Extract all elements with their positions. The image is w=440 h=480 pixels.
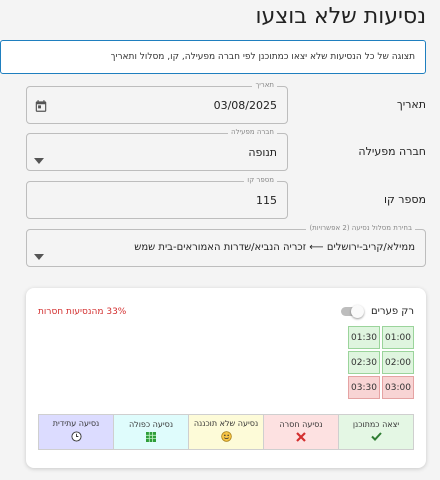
info-text: תצוגה של כל הנסיעות שלא יצאו כמתוכנן לפי… <box>110 52 415 62</box>
legend-label: נסיעה עתידית <box>52 419 100 428</box>
time-cell[interactable]: 03:30 <box>348 376 380 399</box>
legend-label: נסיעה שלא תוכננה <box>193 419 259 428</box>
toggle-thumb <box>351 305 365 318</box>
legend-label: נסיעה חסרה <box>279 419 323 429</box>
grid-icon <box>146 431 156 445</box>
route-select[interactable]: בחירת מסלול נסיעה (2 אפשרויות) ממילא/קרי… <box>26 224 426 267</box>
date-label: תאריך <box>396 98 426 111</box>
legend-item-duplicate: נסיעה כפולה <box>113 415 188 449</box>
date-field[interactable]: תאריך 03/08/2025 <box>26 81 288 124</box>
operator-legend: חברה מפעילה <box>228 128 277 136</box>
route-value: ממילא/קריב-ירושלים ⟵ זכריה הנביא/שדרות ה… <box>134 242 415 253</box>
operator-row: חברה מפעילה תנופה חברה מפעילה <box>26 128 426 171</box>
time-cell[interactable]: 01:00 <box>382 326 414 349</box>
departure-times-grid: 01:00 01:30 02:00 02:30 03:00 03:30 <box>348 326 414 399</box>
operator-label: חברה מפעילה <box>358 145 426 158</box>
legend-item-future: נסיעה עתידית <box>39 415 113 449</box>
time-cell[interactable]: 02:00 <box>382 351 414 374</box>
date-value: 03/08/2025 <box>213 99 277 112</box>
time-cell[interactable]: 03:00 <box>382 376 414 399</box>
info-banner: תצוגה של כל הנסיעות שלא יצאו כמתוכנן לפי… <box>0 40 426 74</box>
gaps-only-toggle-wrap: רק פערים <box>341 305 414 318</box>
gaps-only-label: רק פערים <box>371 305 414 317</box>
operator-value: תנופה <box>248 146 277 159</box>
line-value: 115 <box>256 194 277 207</box>
line-legend: מספר קו <box>244 176 277 184</box>
page-title: נסיעות שלא בוצעו <box>255 4 426 29</box>
time-cell[interactable]: 01:30 <box>348 326 380 349</box>
line-number-field[interactable]: מספר קו 115 <box>26 176 288 219</box>
legend-label: נסיעה כפולה <box>128 419 174 429</box>
status-legend: יצאה כמתוכנן נסיעה חסרה נסיעה שלא תוכננה… <box>38 414 414 450</box>
clock-icon <box>70 431 82 445</box>
legend-item-missed: נסיעה חסרה <box>263 415 338 449</box>
operator-select[interactable]: חברה מפעילה תנופה <box>26 128 288 171</box>
line-label: מספר קו <box>384 193 426 206</box>
legend-item-unplanned: נסיעה שלא תוכננה <box>188 415 263 449</box>
check-icon <box>370 432 382 444</box>
legend-item-on-time: יצאה כמתוכנן <box>338 415 413 449</box>
gaps-only-toggle[interactable] <box>341 305 365 318</box>
calendar-icon[interactable] <box>34 98 48 117</box>
smiley-icon <box>220 431 232 445</box>
route-row: בחירת מסלול נסיעה (2 אפשרויות) ממילא/קרי… <box>26 224 426 267</box>
date-row: תאריך 03/08/2025 תאריך <box>26 81 426 124</box>
line-row: מספר קו 115 מספר קו <box>26 176 426 219</box>
results-card: 33% מהנסיעות חסרות רק פערים 01:00 01:30 … <box>26 288 426 468</box>
dropdown-arrow-icon[interactable] <box>34 149 44 168</box>
dropdown-arrow-icon[interactable] <box>34 245 44 264</box>
x-icon <box>296 431 306 445</box>
legend-label: יצאה כמתוכנן <box>352 420 400 429</box>
date-legend: תאריך <box>252 81 277 89</box>
time-cell[interactable]: 02:30 <box>348 351 380 374</box>
missed-percentage-text: 33% מהנסיעות חסרות <box>38 307 127 317</box>
route-legend: בחירת מסלול נסיעה (2 אפשרויות) <box>306 224 415 232</box>
